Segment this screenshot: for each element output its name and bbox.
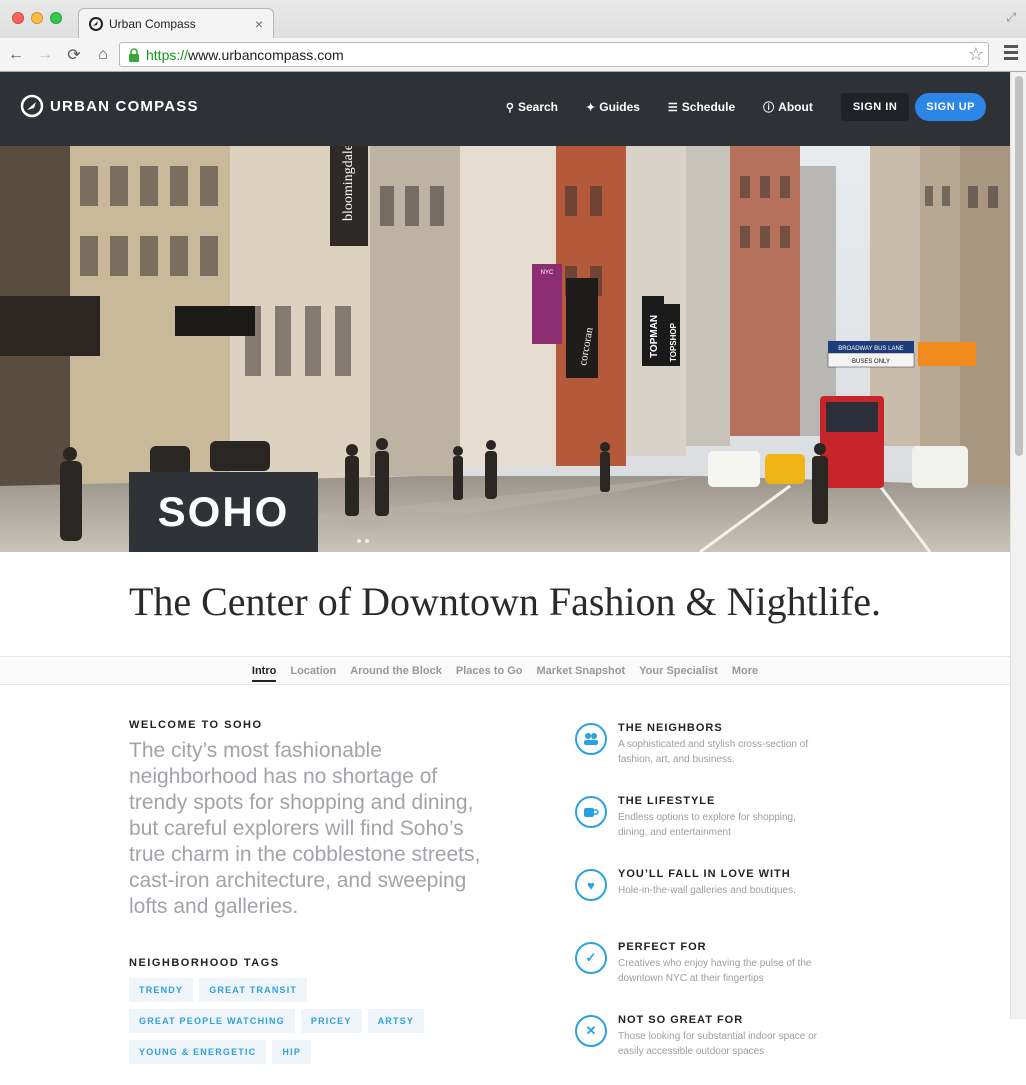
minimize-window-button[interactable]	[31, 12, 43, 24]
tab-around-the-block[interactable]: Around the Block	[350, 665, 442, 677]
reload-button[interactable]: ⟳	[61, 42, 87, 68]
carousel-dots	[357, 539, 369, 543]
feature-desc: Hole-in-the-wall galleries and boutiques…	[618, 885, 796, 896]
nav-guides[interactable]: ✦ Guides	[586, 100, 640, 114]
page-scrollbar[interactable]	[1010, 72, 1026, 1019]
tab-close-icon[interactable]: ×	[255, 16, 263, 32]
nav-search-label: Search	[517, 100, 559, 114]
tab-your-specialist[interactable]: Your Specialist	[639, 665, 718, 677]
tab-places-to-go[interactable]: Places to Go	[456, 665, 523, 677]
tag-chip[interactable]: PRICEY	[300, 1009, 362, 1033]
nyc-banner: NYC	[541, 270, 554, 276]
browser-tab[interactable]: Urban Compass ×	[78, 8, 274, 38]
nav-guides-label: Guides	[599, 100, 640, 114]
feature-perfect-for: ✓ PERFECT FOR Creatives who enjoy having…	[575, 939, 835, 1012]
nav-about[interactable]: ⓘ About	[763, 99, 813, 115]
feature-title: PERFECT FOR	[618, 941, 707, 953]
top-nav: ⚲ Search ✦ Guides ☰ Schedule ⓘ About SIG…	[478, 93, 986, 121]
feature-desc: A sophisticated and stylish cross-sectio…	[618, 739, 809, 765]
url-scheme: https://	[146, 46, 189, 63]
neighborhood-title: SOHO	[157, 488, 290, 535]
feature-list: THE NEIGHBORS A sophisticated and stylis…	[575, 720, 835, 1085]
people-icon	[575, 723, 607, 755]
lock-icon	[129, 47, 139, 62]
compass-favicon-icon	[89, 16, 103, 31]
zoom-window-button[interactable]	[50, 12, 62, 24]
bloomingdales-sign: bloomingdale's	[341, 146, 356, 221]
compass-logo-icon	[20, 94, 44, 118]
carousel-dot[interactable]	[357, 539, 361, 543]
back-button[interactable]: ←	[3, 42, 29, 68]
feature-title: THE NEIGHBORS	[618, 722, 723, 734]
tab-more[interactable]: More	[732, 665, 758, 677]
tag-chip[interactable]: GREAT PEOPLE WATCHING	[129, 1009, 295, 1033]
nav-about-label: About	[778, 100, 813, 114]
check-icon: ✓	[575, 942, 607, 974]
bus-lane-sign: BROADWAY BUS LANE	[838, 346, 904, 352]
heart-icon: ♥	[575, 869, 607, 901]
section-tabs: Intro Location Around the Block Places t…	[0, 656, 1010, 685]
page-tagline: The Center of Downtown Fashion & Nightli…	[128, 579, 882, 624]
welcome-body: The city’s most fashionable neighborhood…	[129, 739, 481, 918]
tab-title: Urban Compass	[109, 16, 196, 31]
tag-chip[interactable]: GREAT TRANSIT	[199, 978, 308, 1002]
fullscreen-icon[interactable]: ⤢	[1006, 10, 1016, 25]
feature-fall-in-love: ♥ YOU’LL FALL IN LOVE WITH Hole-in-the-w…	[575, 866, 835, 939]
url-host: www.urbancompass.com	[188, 46, 344, 63]
bookmark-star-icon[interactable]: ☆	[968, 44, 984, 65]
tag-chip[interactable]: ARTSY	[367, 1009, 425, 1033]
nav-schedule-label: Schedule	[681, 100, 736, 114]
tag-list: TRENDY GREAT TRANSIT GREAT PEOPLE WATCHI…	[129, 978, 449, 1064]
tag-chip[interactable]: TRENDY	[129, 978, 194, 1002]
buses-only-sign: BUSES ONLY	[852, 359, 890, 365]
browser-toolbar: ← → ⟳ ⌂ https:// www.urbancompass.com ☆	[0, 38, 1026, 71]
feature-neighbors: THE NEIGHBORS A sophisticated and stylis…	[575, 720, 835, 793]
nav-search[interactable]: ⚲ Search	[506, 100, 558, 114]
logo[interactable]: URBAN COMPASS	[20, 94, 199, 118]
list-icon: ☰	[667, 101, 678, 114]
topshop-sign: TOPSHOP	[669, 322, 678, 362]
forward-button[interactable]: →	[32, 42, 58, 68]
nav-schedule[interactable]: ☰ Schedule	[668, 100, 735, 114]
feature-title: NOT SO GREAT FOR	[618, 1014, 744, 1026]
scroll-thumb[interactable]	[1015, 76, 1023, 456]
sign-up-button[interactable]: SIGN UP	[915, 93, 986, 121]
tag-chip[interactable]: HIP	[272, 1040, 312, 1064]
window-controls	[12, 12, 62, 24]
browser-chrome: Urban Compass × ⤢ ← → ⟳ ⌂ https:// www.u…	[0, 0, 1026, 72]
tab-location[interactable]: Location	[290, 665, 336, 677]
cup-icon	[575, 796, 607, 828]
address-bar[interactable]: https:// www.urbancompass.com ☆	[119, 42, 989, 67]
topman-sign: TOPMAN	[649, 315, 660, 358]
sign-in-button[interactable]: SIGN IN	[840, 93, 910, 121]
tab-intro[interactable]: Intro	[251, 665, 277, 682]
x-icon: ✕	[575, 1015, 607, 1047]
hero-image: bloomingdale's NYC corcoran TOPMAN TOPSH…	[0, 146, 1010, 552]
feature-desc: Endless options to explore for shopping,…	[618, 812, 796, 838]
feature-lifestyle: THE LIFESTYLE Endless options to explore…	[575, 793, 835, 866]
feature-desc: Creatives who enjoy having the pulse of …	[618, 958, 812, 984]
welcome-heading: WELCOME TO SOHO	[129, 719, 263, 731]
tab-market-snapshot[interactable]: Market Snapshot	[537, 665, 626, 677]
sparkle-icon: ✦	[586, 101, 596, 114]
feature-not-so-great: ✕ NOT SO GREAT FOR Those looking for sub…	[575, 1012, 835, 1085]
home-button[interactable]: ⌂	[90, 42, 116, 68]
neighborhood-badge: SOHO	[129, 472, 318, 552]
site-header: URBAN COMPASS ⚲ Search ✦ Guides ☰ Schedu…	[0, 72, 1010, 146]
logo-text: URBAN COMPASS	[50, 97, 199, 115]
feature-title: THE LIFESTYLE	[618, 795, 716, 807]
tag-chip[interactable]: YOUNG & ENERGETIC	[129, 1040, 267, 1064]
browser-menu-icon[interactable]	[1004, 45, 1018, 63]
tags-heading: NEIGHBORHOOD TAGS	[129, 957, 280, 969]
close-window-button[interactable]	[12, 12, 24, 24]
carousel-dot[interactable]	[365, 539, 369, 543]
feature-desc: Those looking for substantial indoor spa…	[618, 1031, 818, 1057]
feature-title: YOU’LL FALL IN LOVE WITH	[618, 868, 791, 880]
search-icon: ⚲	[505, 101, 514, 114]
info-icon: ⓘ	[763, 102, 775, 114]
